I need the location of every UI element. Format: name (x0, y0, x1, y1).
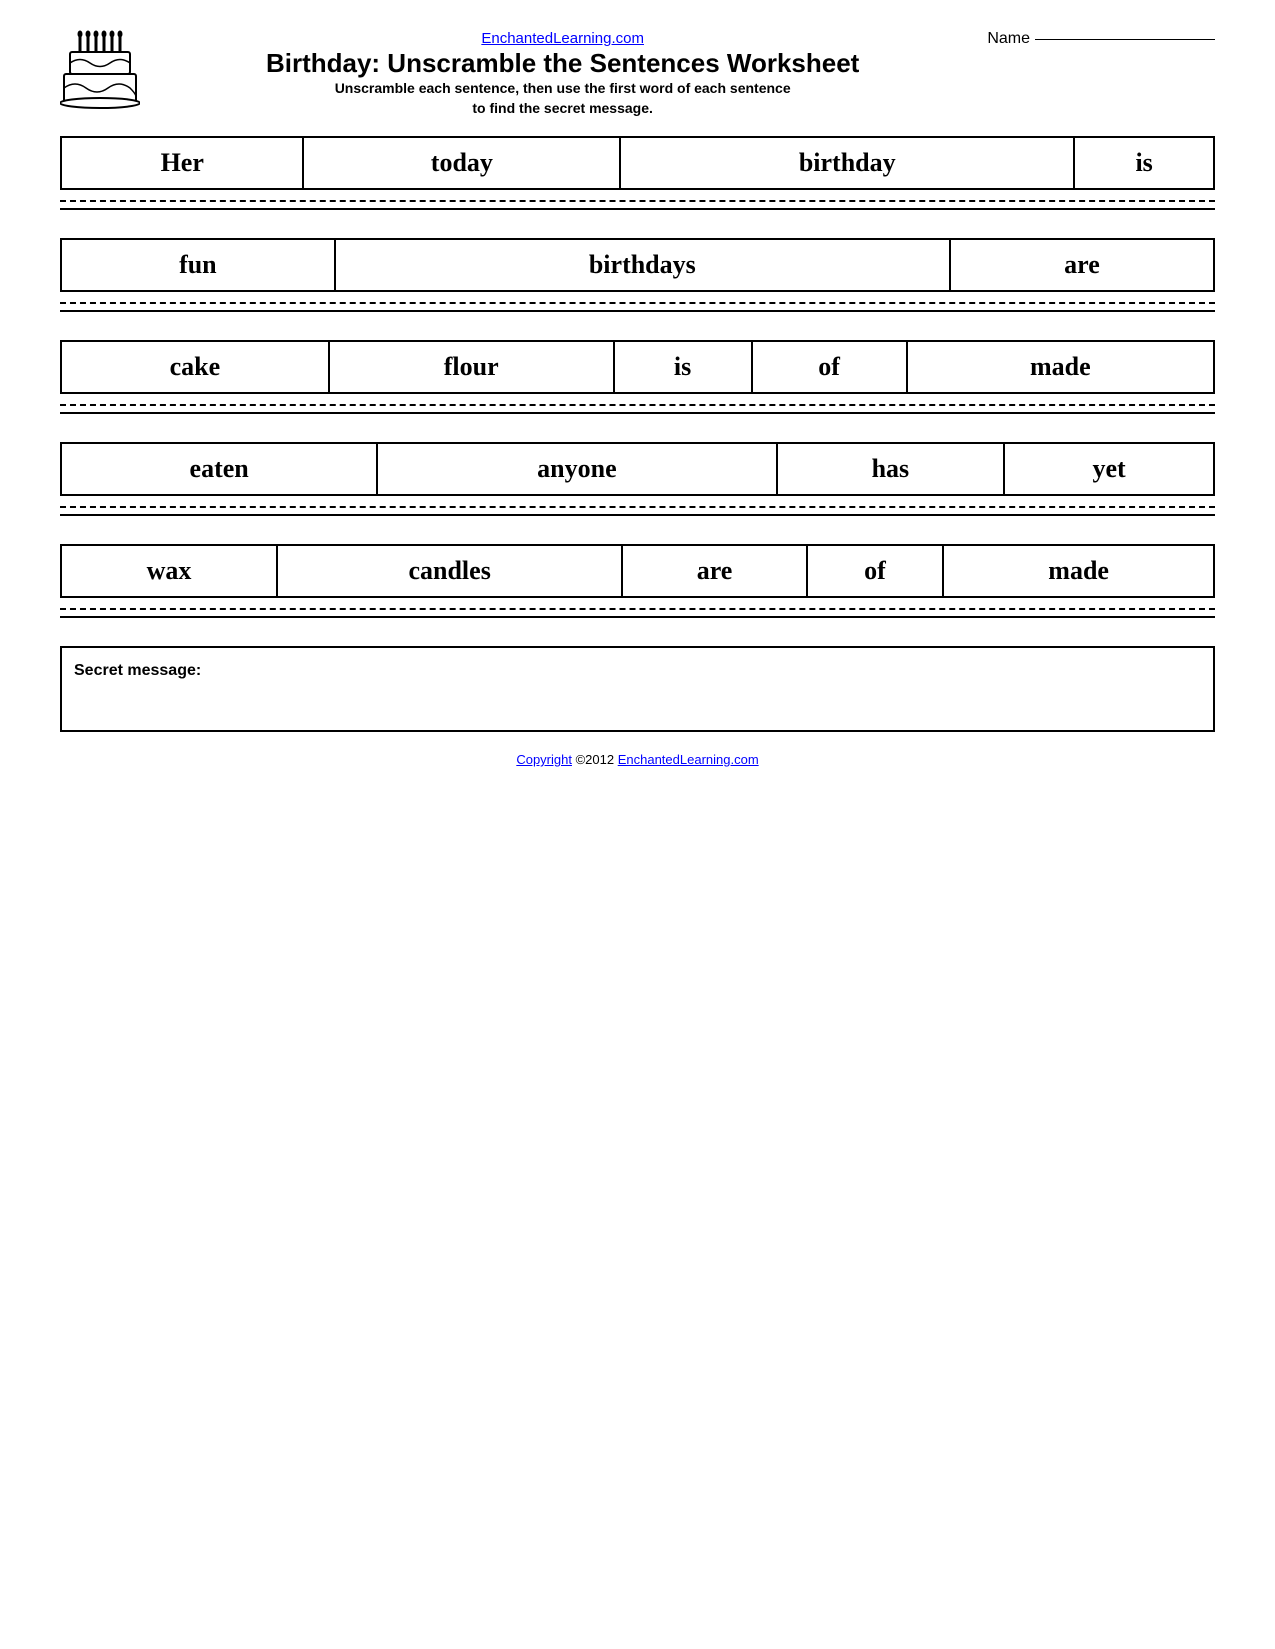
copyright-link[interactable]: Copyright (516, 752, 572, 767)
copyright-text: Copyright ©2012 EnchantedLearning.com (516, 752, 758, 767)
secret-message-label: Secret message: (74, 662, 201, 679)
word-cell: made (943, 545, 1214, 597)
solid-line (60, 310, 1215, 312)
word-cell: is (1074, 137, 1214, 189)
word-cell: made (907, 341, 1214, 393)
word-cell: birthdays (335, 239, 950, 291)
page-subtitle: Unscramble each sentence, then use the f… (158, 79, 967, 118)
solid-line (60, 412, 1215, 414)
answer-area-3 (60, 404, 1215, 414)
word-cell: yet (1004, 443, 1214, 495)
word-cell: has (777, 443, 1005, 495)
secret-message-box[interactable]: Secret message: (60, 646, 1215, 732)
page-header: EnchantedLearning.com Birthday: Unscramb… (60, 30, 1215, 118)
word-cell: eaten (61, 443, 377, 495)
word-cell: are (622, 545, 807, 597)
sentence-block-2: fun birthdays are (60, 238, 1215, 312)
page-title: Birthday: Unscramble the Sentences Works… (158, 48, 967, 79)
site-link[interactable]: EnchantedLearning.com (158, 30, 967, 48)
answer-area-2 (60, 302, 1215, 312)
header-text-block: EnchantedLearning.com Birthday: Unscramb… (158, 30, 967, 118)
word-table-3: cake flour is of made (60, 340, 1215, 394)
page-footer: Copyright ©2012 EnchantedLearning.com (60, 752, 1215, 767)
sentence-block-5: wax candles are of made (60, 544, 1215, 618)
word-cell: is (614, 341, 752, 393)
dotted-line (60, 506, 1215, 508)
word-table-2: fun birthdays are (60, 238, 1215, 292)
word-cell: are (950, 239, 1214, 291)
word-cell: today (303, 137, 620, 189)
word-table-5: wax candles are of made (60, 544, 1215, 598)
word-cell: of (752, 341, 907, 393)
word-cell: birthday (620, 137, 1074, 189)
word-cell: of (807, 545, 944, 597)
answer-area-1 (60, 200, 1215, 210)
dotted-line (60, 302, 1215, 304)
answer-area-5 (60, 608, 1215, 618)
cake-icon (60, 30, 140, 115)
answer-area-4 (60, 506, 1215, 516)
solid-line (60, 616, 1215, 618)
sentence-block-1: Her today birthday is (60, 136, 1215, 210)
sentence-block-4: eaten anyone has yet (60, 442, 1215, 516)
solid-line (60, 514, 1215, 516)
dotted-line (60, 404, 1215, 406)
word-cell: flour (329, 341, 614, 393)
name-input-line[interactable] (1035, 39, 1215, 40)
footer-site-link[interactable]: EnchantedLearning.com (618, 752, 759, 767)
word-cell: fun (61, 239, 335, 291)
word-cell: wax (61, 545, 277, 597)
name-label: Name (987, 30, 1030, 48)
word-cell: Her (61, 137, 303, 189)
word-table-4: eaten anyone has yet (60, 442, 1215, 496)
word-cell: cake (61, 341, 329, 393)
name-field: Name (987, 30, 1215, 48)
word-cell: anyone (377, 443, 776, 495)
word-table-1: Her today birthday is (60, 136, 1215, 190)
solid-line (60, 208, 1215, 210)
dotted-line (60, 200, 1215, 202)
word-cell: candles (277, 545, 622, 597)
dotted-line (60, 608, 1215, 610)
sentence-block-3: cake flour is of made (60, 340, 1215, 414)
